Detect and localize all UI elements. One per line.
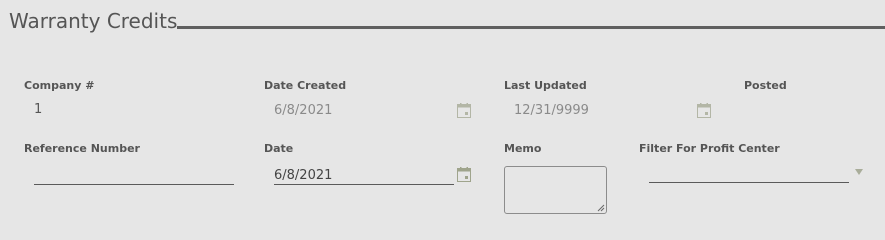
date-created-value: 6/8/2021 bbox=[274, 103, 333, 118]
title-divider bbox=[177, 26, 885, 29]
reference-number-field[interactable] bbox=[34, 164, 234, 185]
date-field[interactable] bbox=[274, 164, 454, 185]
last-updated-value: 12/31/9999 bbox=[514, 103, 589, 118]
reference-number-label: Reference Number bbox=[24, 142, 140, 155]
company-label: Company # bbox=[24, 79, 95, 92]
memo-textarea[interactable] bbox=[504, 166, 607, 214]
date-input[interactable] bbox=[274, 167, 454, 184]
calendar-icon bbox=[697, 103, 711, 118]
filter-profit-center-select[interactable] bbox=[649, 163, 849, 183]
resize-grip-icon[interactable] bbox=[597, 204, 605, 212]
filter-profit-center-label: Filter For Profit Center bbox=[639, 142, 780, 155]
date-created-label: Date Created bbox=[264, 79, 347, 92]
last-updated-label: Last Updated bbox=[504, 79, 587, 92]
company-value: 1 bbox=[34, 102, 43, 117]
date-label: Date bbox=[264, 142, 294, 155]
memo-label: Memo bbox=[504, 142, 542, 155]
calendar-icon bbox=[457, 103, 471, 118]
calendar-icon[interactable] bbox=[457, 167, 471, 182]
reference-number-input[interactable] bbox=[34, 167, 234, 184]
chevron-down-icon[interactable] bbox=[855, 169, 863, 175]
page-title: Warranty Credits bbox=[9, 9, 178, 33]
posted-label: Posted bbox=[744, 79, 787, 92]
